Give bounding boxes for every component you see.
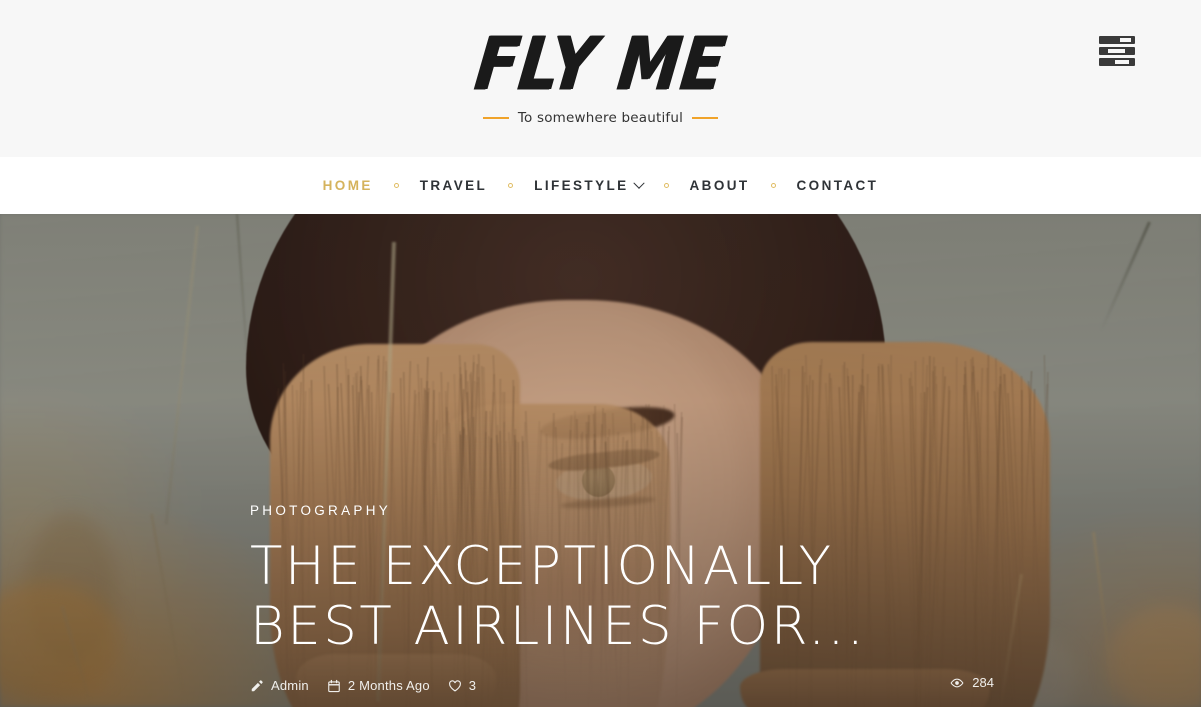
nav-separator-dot [664,183,669,188]
nav-item-travel[interactable]: TRAVEL [419,178,488,193]
nav-separator-dot [394,183,399,188]
hamburger-menu-icon[interactable] [1099,36,1135,66]
main-navigation: HOME TRAVEL LIFESTYLE ABOUT CONTACT [0,157,1201,214]
nav-item-travel-label: TRAVEL [420,178,487,193]
hero-title-line-2: BEST AIRLINES FOR... [250,596,866,657]
hero-featured-post[interactable]: PHOTOGRAPHY THE EXCEPTIONALLY BEST AIRLI… [0,214,1201,707]
hero-meta-views-count: 284 [972,675,994,690]
hero-category-label[interactable]: PHOTOGRAPHY [250,503,1151,518]
tagline-dash-right [692,117,718,119]
hero-title-line-1: THE EXCEPTIONALLY [250,536,833,597]
logo-tagline: To somewhere beautiful [483,110,718,126]
site-logo[interactable]: FLY ME To somewhere beautiful [476,33,725,126]
hero-post-title[interactable]: THE EXCEPTIONALLY BEST AIRLINES FOR... [250,537,1151,656]
hamburger-bar-3 [1099,58,1135,66]
nav-item-lifestyle-label: LIFESTYLE [534,178,628,193]
nav-item-lifestyle[interactable]: LIFESTYLE [533,178,643,193]
nav-item-contact[interactable]: CONTACT [796,178,880,193]
hero-meta-row: Admin 2 Months Ago 3 [250,678,1151,693]
nav-separator-dot [771,183,776,188]
hero-text-block: PHOTOGRAPHY THE EXCEPTIONALLY BEST AIRLI… [250,503,1151,693]
pencil-edit-icon [250,679,264,693]
hero-meta-likes[interactable]: 3 [448,678,476,693]
heart-icon [448,679,462,693]
hamburger-bar-1 [1099,36,1135,44]
tagline-text: To somewhere beautiful [518,110,683,126]
calendar-icon [327,679,341,693]
nav-separator-dot [508,183,513,188]
hero-meta-author-label: Admin [271,678,309,693]
hero-meta-author[interactable]: Admin [250,678,309,693]
nav-item-home[interactable]: HOME [322,178,374,193]
hamburger-bar-2 [1099,47,1135,55]
chevron-down-icon [633,177,644,188]
hero-meta-date[interactable]: 2 Months Ago [327,678,430,693]
hero-meta-likes-count: 3 [469,678,476,693]
nav-list: HOME TRAVEL LIFESTYLE ABOUT CONTACT [322,178,880,193]
tagline-dash-left [483,117,509,119]
nav-item-about-label: ABOUT [690,178,750,193]
logo-wordmark: FLY ME [472,27,730,100]
site-header: FLY ME To somewhere beautiful [0,0,1201,157]
nav-item-home-label: HOME [323,178,373,193]
hero-meta-date-label: 2 Months Ago [348,678,430,693]
hero-meta-views: 284 [950,675,994,690]
nav-item-about[interactable]: ABOUT [689,178,751,193]
eye-icon [950,676,964,690]
nav-item-contact-label: CONTACT [797,178,879,193]
